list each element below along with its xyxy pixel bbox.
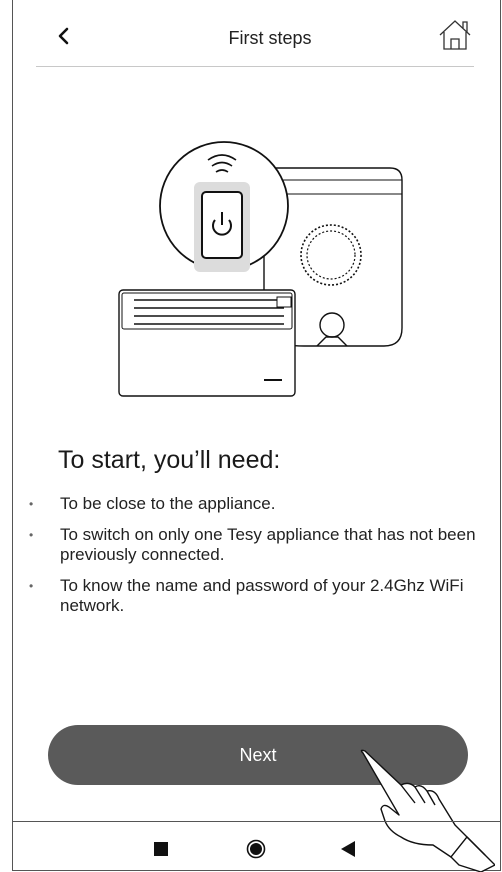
back-triangle-icon[interactable] [340, 840, 356, 858]
list-item: • To be close to the appliance. [29, 494, 276, 513]
recent-apps-icon[interactable] [154, 842, 168, 856]
tap-hand-icon [360, 749, 495, 872]
header-divider [36, 66, 474, 67]
header: First steps [0, 0, 502, 67]
bullet-icon: • [29, 579, 34, 593]
list-item: • To switch on only one Tesy appliance th… [29, 525, 476, 564]
home-circle-icon[interactable] [246, 839, 266, 859]
home-icon[interactable] [437, 18, 473, 52]
zoom-circle [159, 141, 289, 272]
page-title: First steps [228, 28, 312, 48]
appliance-illustration [118, 141, 403, 397]
convector-illustration [118, 289, 296, 397]
requirements-list: • To be close to the appliance. • To switc… [26, 494, 478, 627]
bullet-icon: • [29, 528, 34, 542]
navbar-divider [12, 821, 501, 822]
list-item: • To know the name and password of your 2… [29, 576, 464, 615]
bullet-icon: • [29, 497, 34, 511]
requirements-heading: To start, you’ll need: [58, 446, 281, 474]
